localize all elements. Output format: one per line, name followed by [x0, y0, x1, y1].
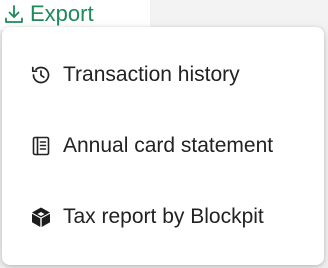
export-button[interactable]: Export	[2, 0, 94, 28]
blockpit-logo-icon	[28, 204, 54, 230]
menu-item-annual-card-statement[interactable]: Annual card statement	[2, 118, 324, 174]
download-icon	[2, 2, 26, 26]
menu-item-label: Tax report by Blockpit	[63, 205, 264, 228]
toolbar: Export	[0, 0, 150, 30]
menu-item-transaction-history[interactable]: Transaction history	[2, 47, 324, 103]
export-label: Export	[30, 1, 94, 26]
export-menu: Transaction history Annual card statemen…	[2, 27, 324, 265]
menu-item-tax-report-blockpit[interactable]: Tax report by Blockpit	[2, 189, 324, 245]
menu-item-label: Transaction history	[63, 63, 240, 86]
document-icon	[28, 133, 54, 159]
history-icon	[28, 62, 54, 88]
page: Export Transaction history Annual card s…	[0, 0, 328, 268]
menu-item-label: Annual card statement	[63, 134, 274, 157]
